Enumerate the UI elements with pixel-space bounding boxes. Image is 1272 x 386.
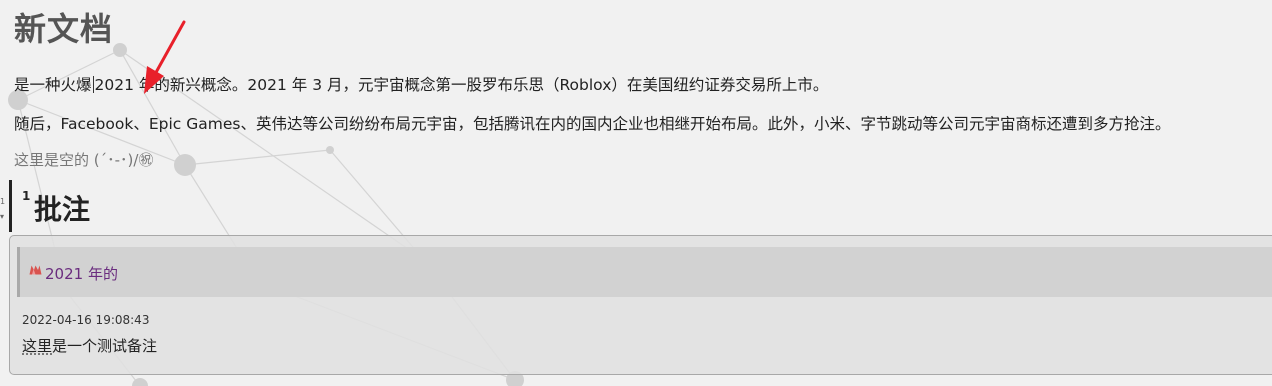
- comment-quote-box: [17, 247, 1272, 297]
- paragraph-2[interactable]: 随后，Facebook、Epic Games、英伟达等公司纷纷布局元宇宙，包括腾…: [14, 112, 1170, 134]
- chevron-down-icon[interactable]: ▾: [0, 212, 4, 221]
- comment-quote-text[interactable]: 2021 年的: [45, 263, 118, 284]
- paragraph-1-rest: 2021 年的新兴概念。2021 年 3 月，元宇宙概念第一股罗布乐思（Robl…: [94, 76, 829, 94]
- empty-placeholder-text: 这里是空的 (´･-･)/㊗: [14, 151, 154, 169]
- heading-focus-bar: [9, 180, 12, 232]
- comment-body-underlined: 这里: [22, 337, 53, 355]
- annotation-icon: [29, 265, 42, 275]
- comment-body-rest: 是一个测试备注: [52, 337, 158, 355]
- heading-level-marker: 1: [22, 189, 31, 203]
- comment-timestamp: 2022-04-16 19:08:43: [22, 313, 150, 327]
- gutter-line-number: 1: [0, 197, 6, 206]
- editor-page: 新文档 是一种火爆 2021 年的新兴概念。2021 年 3 月，元宇宙概念第一股…: [0, 0, 1272, 386]
- paragraph-1-lead: 是一种火爆: [14, 76, 92, 94]
- text-caret: [92, 76, 94, 93]
- paragraph-1[interactable]: 是一种火爆 2021 年的新兴概念。2021 年 3 月，元宇宙概念第一股罗布乐思…: [14, 73, 828, 95]
- document-title: 新文档: [14, 10, 114, 48]
- red-arrow-icon: [144, 20, 186, 94]
- section-heading[interactable]: 批注: [34, 188, 90, 228]
- comment-body[interactable]: 这里是一个测试备注: [22, 335, 157, 356]
